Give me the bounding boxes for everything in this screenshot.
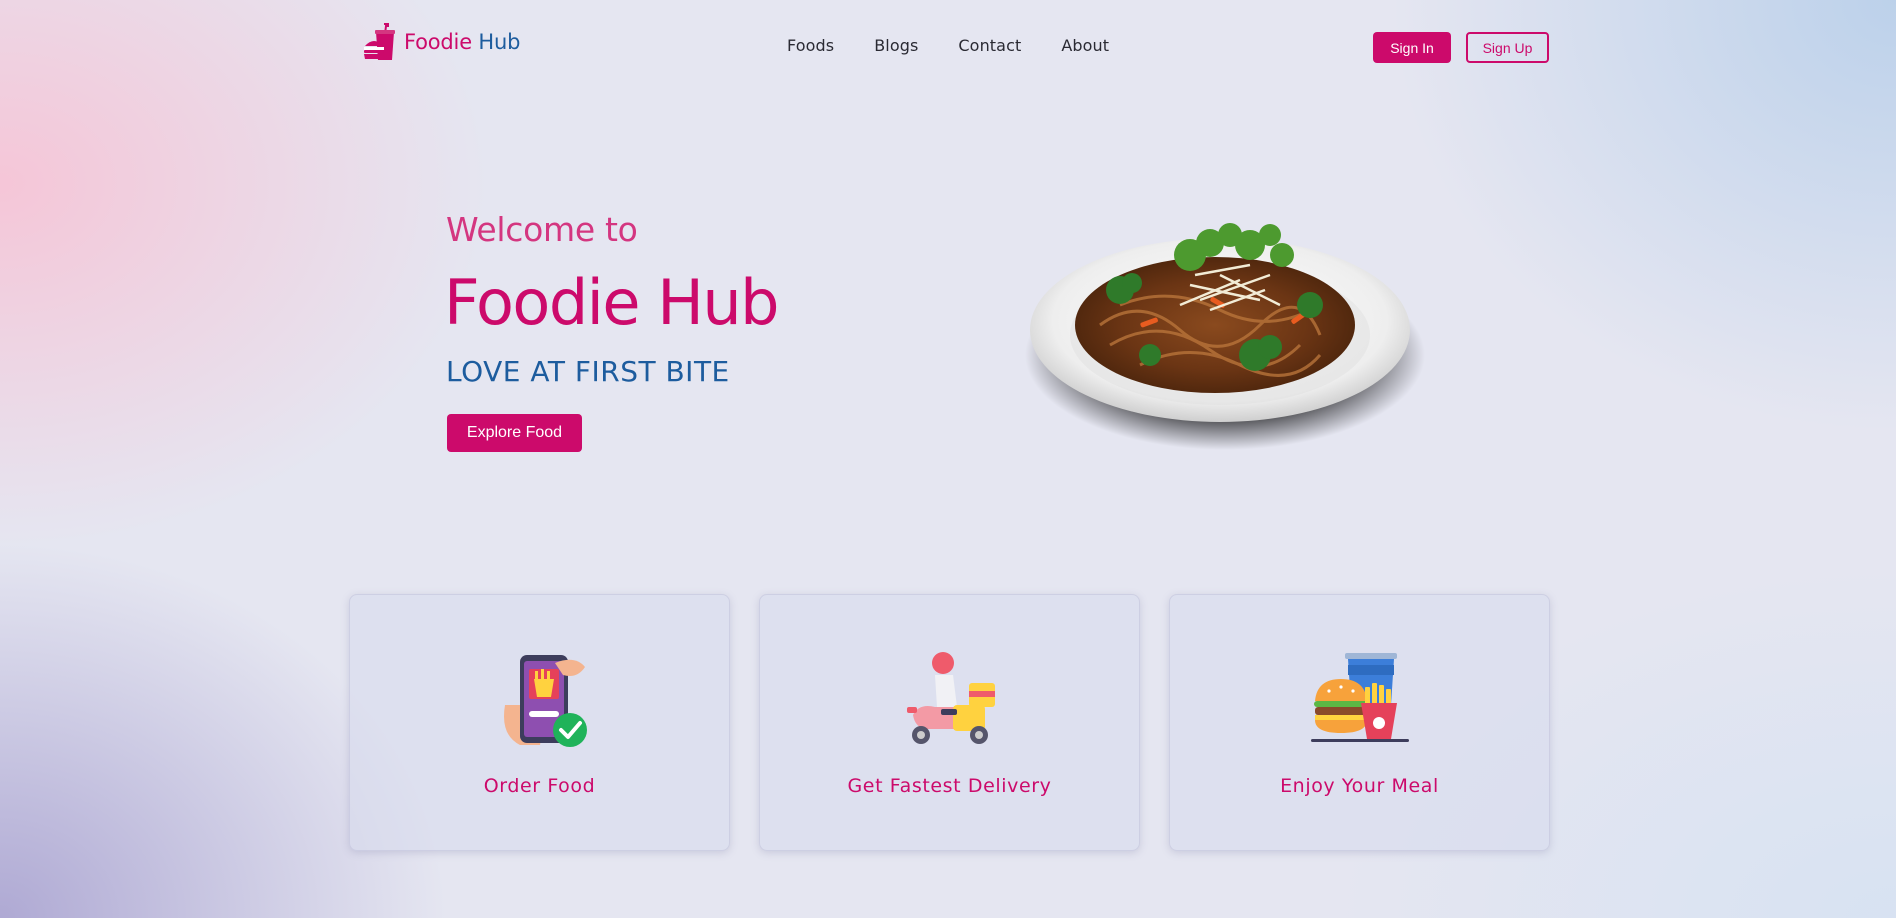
feature-label: Order Food	[483, 775, 596, 797]
hero-title: Foodie Hub	[444, 266, 780, 339]
logo-text-hub: Hub	[478, 30, 521, 54]
feature-card-fastest-delivery[interactable]: Get Fastest Delivery	[759, 594, 1140, 851]
delivery-scooter-icon	[906, 652, 995, 744]
nav-link-blogs[interactable]: Blogs	[874, 36, 918, 55]
sign-in-button[interactable]: Sign In	[1373, 32, 1451, 63]
nav-link-contact[interactable]: Contact	[958, 36, 1021, 55]
main-nav: Foods Blogs Contact About	[787, 36, 1109, 55]
explore-food-button[interactable]: Explore Food	[447, 414, 582, 452]
hero-welcome: Welcome to	[446, 210, 638, 249]
logo-text-foodie: Foodie	[404, 30, 472, 54]
feature-card-order-food[interactable]: Order Food	[349, 594, 730, 851]
sign-up-button[interactable]: Sign Up	[1466, 32, 1549, 63]
burger-meal-icon	[1310, 653, 1409, 742]
hero-tagline: LOVE AT FIRST BITE	[446, 355, 730, 388]
nav-link-foods[interactable]: Foods	[787, 36, 834, 55]
noodle-plate-image	[1025, 223, 1425, 450]
food-bag-icon	[364, 23, 395, 60]
logo[interactable]: Foodie Hub	[362, 22, 520, 62]
site-header: Foodie Hub Foods Blogs Contact About Sig…	[0, 0, 1896, 94]
phone-order-icon	[503, 655, 587, 747]
nav-link-about[interactable]: About	[1061, 36, 1109, 55]
feature-label: Get Fastest Delivery	[847, 775, 1052, 797]
feature-card-enjoy-meal[interactable]: Enjoy Your Meal	[1169, 594, 1550, 851]
feature-label: Enjoy Your Meal	[1280, 775, 1439, 797]
